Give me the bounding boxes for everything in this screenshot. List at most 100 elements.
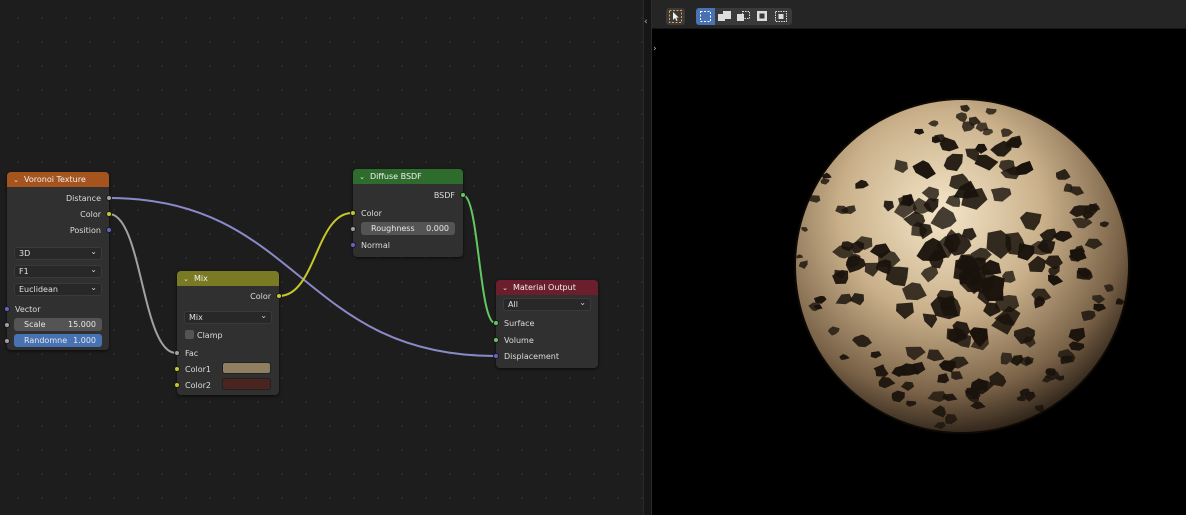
socket-label: Distance bbox=[66, 193, 101, 203]
input-surface: Surface bbox=[504, 316, 534, 330]
clamp-row: Clamp bbox=[197, 328, 223, 342]
output-color: Color bbox=[80, 207, 101, 221]
select-invert-button[interactable] bbox=[753, 8, 772, 25]
select-cursor-icon bbox=[669, 10, 682, 23]
roughness-field[interactable]: Roughness 0.000 bbox=[361, 222, 455, 235]
socket-roughness-in[interactable] bbox=[350, 226, 356, 232]
chevron-left-icon[interactable]: ‹ bbox=[644, 17, 648, 27]
socket-color-out[interactable] bbox=[276, 293, 282, 299]
output-color: Color bbox=[250, 289, 271, 303]
mix-node[interactable]: ⌄ Mix Color Mix ⌄ Clamp Fac Color1 Color2 bbox=[174, 271, 282, 395]
node-editor[interactable]: ⌄ Voronoi Texture Distance Color Positio… bbox=[0, 0, 643, 515]
socket-label: Color bbox=[80, 209, 101, 219]
area-divider[interactable]: ‹ bbox=[643, 0, 652, 515]
select-extend-button[interactable] bbox=[715, 8, 734, 25]
select-box-button[interactable] bbox=[696, 8, 715, 25]
checkbox-label: Clamp bbox=[197, 330, 223, 340]
link-color-to-fac bbox=[108, 213, 177, 354]
chevron-down-icon: ⌄ bbox=[90, 247, 97, 256]
output-position: Position bbox=[70, 223, 101, 237]
socket-color-out[interactable] bbox=[106, 211, 112, 217]
field-label: Scale bbox=[24, 320, 46, 329]
material-preview-viewport[interactable]: › bbox=[652, 0, 1186, 515]
select-extend-icon bbox=[718, 11, 731, 21]
socket-vector-in[interactable] bbox=[4, 306, 10, 312]
clamp-checkbox[interactable] bbox=[185, 330, 194, 339]
material-output-header[interactable]: ⌄ Material Output bbox=[496, 280, 598, 295]
target-dropdown[interactable]: All ⌄ bbox=[503, 298, 591, 311]
randomness-field[interactable]: Randomne 1.000 bbox=[14, 334, 102, 347]
blend-mode-dropdown[interactable]: Mix ⌄ bbox=[184, 311, 272, 324]
voronoi-texture-node[interactable]: ⌄ Voronoi Texture Distance Color Positio… bbox=[4, 172, 112, 350]
output-distance: Distance bbox=[66, 191, 101, 205]
field-label: Randomne bbox=[24, 336, 68, 345]
feature-dropdown[interactable]: F1 ⌄ bbox=[14, 265, 102, 278]
select-cursor-button[interactable] bbox=[666, 8, 685, 25]
socket-displacement-in[interactable] bbox=[493, 353, 499, 359]
socket-color2-in[interactable] bbox=[174, 382, 180, 388]
collapse-chevron-icon[interactable]: ⌄ bbox=[500, 284, 510, 292]
select-invert-icon bbox=[757, 11, 767, 21]
socket-fac-in[interactable] bbox=[174, 350, 180, 356]
viewport-header bbox=[652, 0, 1186, 29]
socket-label: Vector bbox=[15, 304, 41, 314]
voronoi-node-header[interactable]: ⌄ Voronoi Texture bbox=[7, 172, 109, 187]
selection-mode-group bbox=[696, 8, 792, 25]
socket-label: Normal bbox=[361, 240, 390, 250]
dimensions-dropdown[interactable]: 3D ⌄ bbox=[14, 247, 102, 260]
collapse-chevron-icon[interactable]: ⌄ bbox=[357, 173, 367, 181]
socket-scale-in[interactable] bbox=[4, 322, 10, 328]
select-box-icon bbox=[700, 11, 711, 22]
socket-label: Color1 bbox=[185, 364, 211, 374]
socket-surface-in[interactable] bbox=[493, 320, 499, 326]
diffuse-node-header[interactable]: ⌄ Diffuse BSDF bbox=[353, 169, 463, 184]
field-label: Roughness bbox=[371, 224, 415, 233]
preview-sphere bbox=[794, 98, 1130, 434]
input-normal: Normal bbox=[361, 238, 390, 252]
dropdown-value: Euclidean bbox=[19, 285, 58, 294]
link-mix-to-diffuse-color bbox=[278, 212, 353, 297]
chevron-down-icon: ⌄ bbox=[260, 311, 267, 320]
socket-label: Color2 bbox=[185, 380, 211, 390]
collapse-chevron-icon[interactable]: ⌄ bbox=[11, 176, 21, 184]
select-intersect-button[interactable] bbox=[772, 8, 791, 25]
color1-swatch[interactable] bbox=[222, 362, 271, 374]
field-value: 1.000 bbox=[73, 336, 96, 345]
socket-randomness-in[interactable] bbox=[4, 338, 10, 344]
socket-normal-in[interactable] bbox=[350, 242, 356, 248]
socket-distance-out[interactable] bbox=[106, 195, 112, 201]
link-bsdf-to-surface bbox=[462, 194, 496, 324]
diffuse-bsdf-node[interactable]: ⌄ Diffuse BSDF BSDF Color Roughness 0.00… bbox=[350, 169, 466, 257]
chevron-down-icon: ⌄ bbox=[90, 283, 97, 292]
node-title: Material Output bbox=[513, 283, 576, 292]
metric-dropdown[interactable]: Euclidean ⌄ bbox=[14, 283, 102, 296]
chevron-down-icon: ⌄ bbox=[579, 298, 586, 307]
input-vector: Vector bbox=[15, 302, 41, 316]
input-volume: Volume bbox=[504, 333, 534, 347]
mix-node-header[interactable]: ⌄ Mix bbox=[177, 271, 279, 286]
input-color1: Color1 bbox=[185, 362, 211, 376]
input-color2: Color2 bbox=[185, 378, 211, 392]
material-output-node[interactable]: ⌄ Material Output All ⌄ Surface Volume Di… bbox=[493, 280, 598, 368]
dropdown-value: 3D bbox=[19, 249, 31, 258]
socket-color-in[interactable] bbox=[350, 210, 356, 216]
socket-label: Surface bbox=[504, 318, 535, 328]
socket-color1-in[interactable] bbox=[174, 366, 180, 372]
socket-label: Color bbox=[250, 291, 271, 301]
node-title: Diffuse BSDF bbox=[370, 172, 422, 181]
socket-volume-in[interactable] bbox=[493, 337, 499, 343]
node-title: Mix bbox=[194, 274, 208, 283]
field-value: 15.000 bbox=[68, 320, 96, 329]
field-value: 0.000 bbox=[426, 224, 449, 233]
collapse-chevron-icon[interactable]: ⌄ bbox=[181, 275, 191, 283]
select-subtract-button[interactable] bbox=[734, 8, 753, 25]
socket-label: BSDF bbox=[433, 190, 455, 200]
output-bsdf: BSDF bbox=[434, 188, 455, 202]
color2-swatch[interactable] bbox=[222, 378, 271, 390]
socket-label: Volume bbox=[504, 335, 534, 345]
socket-bsdf-out[interactable] bbox=[460, 192, 466, 198]
dropdown-value: F1 bbox=[19, 267, 29, 276]
scale-field[interactable]: Scale 15.000 bbox=[14, 318, 102, 331]
socket-position-out[interactable] bbox=[106, 227, 112, 233]
chevron-down-icon: ⌄ bbox=[90, 265, 97, 274]
